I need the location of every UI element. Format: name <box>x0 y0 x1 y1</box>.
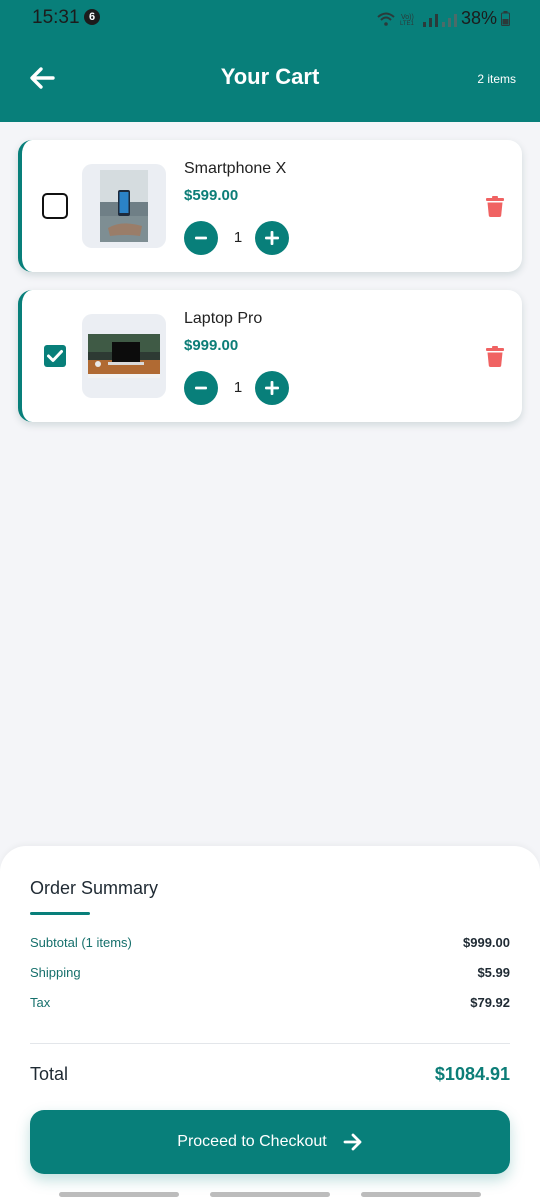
svg-text:LTE1: LTE1 <box>400 21 415 26</box>
order-summary-title: Order Summary <box>30 878 159 898</box>
product-image <box>82 164 166 248</box>
signal-icon <box>422 11 438 27</box>
status-right: Vo)) LTE1 38% <box>377 8 510 29</box>
delete-item-button[interactable] <box>486 196 506 218</box>
battery-percent: 38% <box>460 8 497 28</box>
status-bar: 15:31 6 Vo)) LTE1 38% <box>0 0 540 38</box>
signal-icon-2 <box>441 11 457 27</box>
decrease-quantity-button[interactable] <box>184 221 218 255</box>
arrow-right-icon <box>343 1133 362 1151</box>
minus-icon <box>195 236 207 240</box>
order-summary-panel: Order Summary Subtotal (1 items) $999.00… <box>0 846 540 1204</box>
product-price: $599.00 <box>184 187 239 204</box>
system-nav-back[interactable] <box>361 1192 481 1197</box>
increase-quantity-button[interactable] <box>255 371 289 405</box>
subtotal-label: Subtotal (1 items) <box>30 935 132 950</box>
tax-value: $79.92 <box>470 995 510 1010</box>
shipping-label: Shipping <box>30 965 81 980</box>
cart-item: Laptop Pro $999.00 1 <box>18 290 522 422</box>
subtotal-value: $999.00 <box>463 935 510 950</box>
item-checkbox[interactable] <box>42 193 68 219</box>
decrease-quantity-button[interactable] <box>184 371 218 405</box>
svg-text:Vo)): Vo)) <box>401 14 414 21</box>
page-title: Your Cart <box>220 64 320 89</box>
battery-icon <box>501 11 510 26</box>
checkout-button-label: Proceed to Checkout <box>177 1133 327 1150</box>
tax-label: Tax <box>30 995 51 1010</box>
item-checkbox[interactable] <box>44 345 66 367</box>
total-value: $1084.91 <box>434 1064 510 1084</box>
cart-item: Smartphone X $599.00 1 <box>18 140 522 272</box>
wifi-icon <box>377 12 395 26</box>
product-price: $999.00 <box>184 337 239 354</box>
status-time: 15:31 <box>32 7 80 28</box>
product-name: Laptop Pro <box>184 310 263 327</box>
checkmark-icon <box>47 350 63 362</box>
product-image <box>82 314 166 398</box>
item-count: 2 items <box>477 72 516 86</box>
delete-item-button[interactable] <box>486 346 506 368</box>
minus-icon <box>195 386 207 390</box>
quantity-value: 1 <box>233 379 243 396</box>
summary-divider <box>30 1043 510 1044</box>
trash-icon <box>486 346 504 367</box>
increase-quantity-button[interactable] <box>255 221 289 255</box>
system-nav-recent[interactable] <box>59 1192 179 1197</box>
shipping-value: $5.99 <box>477 965 510 980</box>
app-header: 15:31 6 Vo)) LTE1 38% Your Cart 2 items <box>0 0 540 122</box>
quantity-value: 1 <box>233 229 243 246</box>
product-name: Smartphone X <box>184 160 287 177</box>
plus-icon <box>265 231 279 245</box>
volte-icon: Vo)) LTE1 <box>400 14 415 26</box>
proceed-to-checkout-button[interactable]: Proceed to Checkout <box>30 1110 510 1174</box>
total-label: Total <box>30 1064 69 1084</box>
trash-icon <box>486 196 504 217</box>
notification-badge: 6 <box>84 9 100 25</box>
title-underline <box>30 912 90 915</box>
plus-icon <box>265 381 279 395</box>
system-nav-home[interactable] <box>210 1192 330 1197</box>
